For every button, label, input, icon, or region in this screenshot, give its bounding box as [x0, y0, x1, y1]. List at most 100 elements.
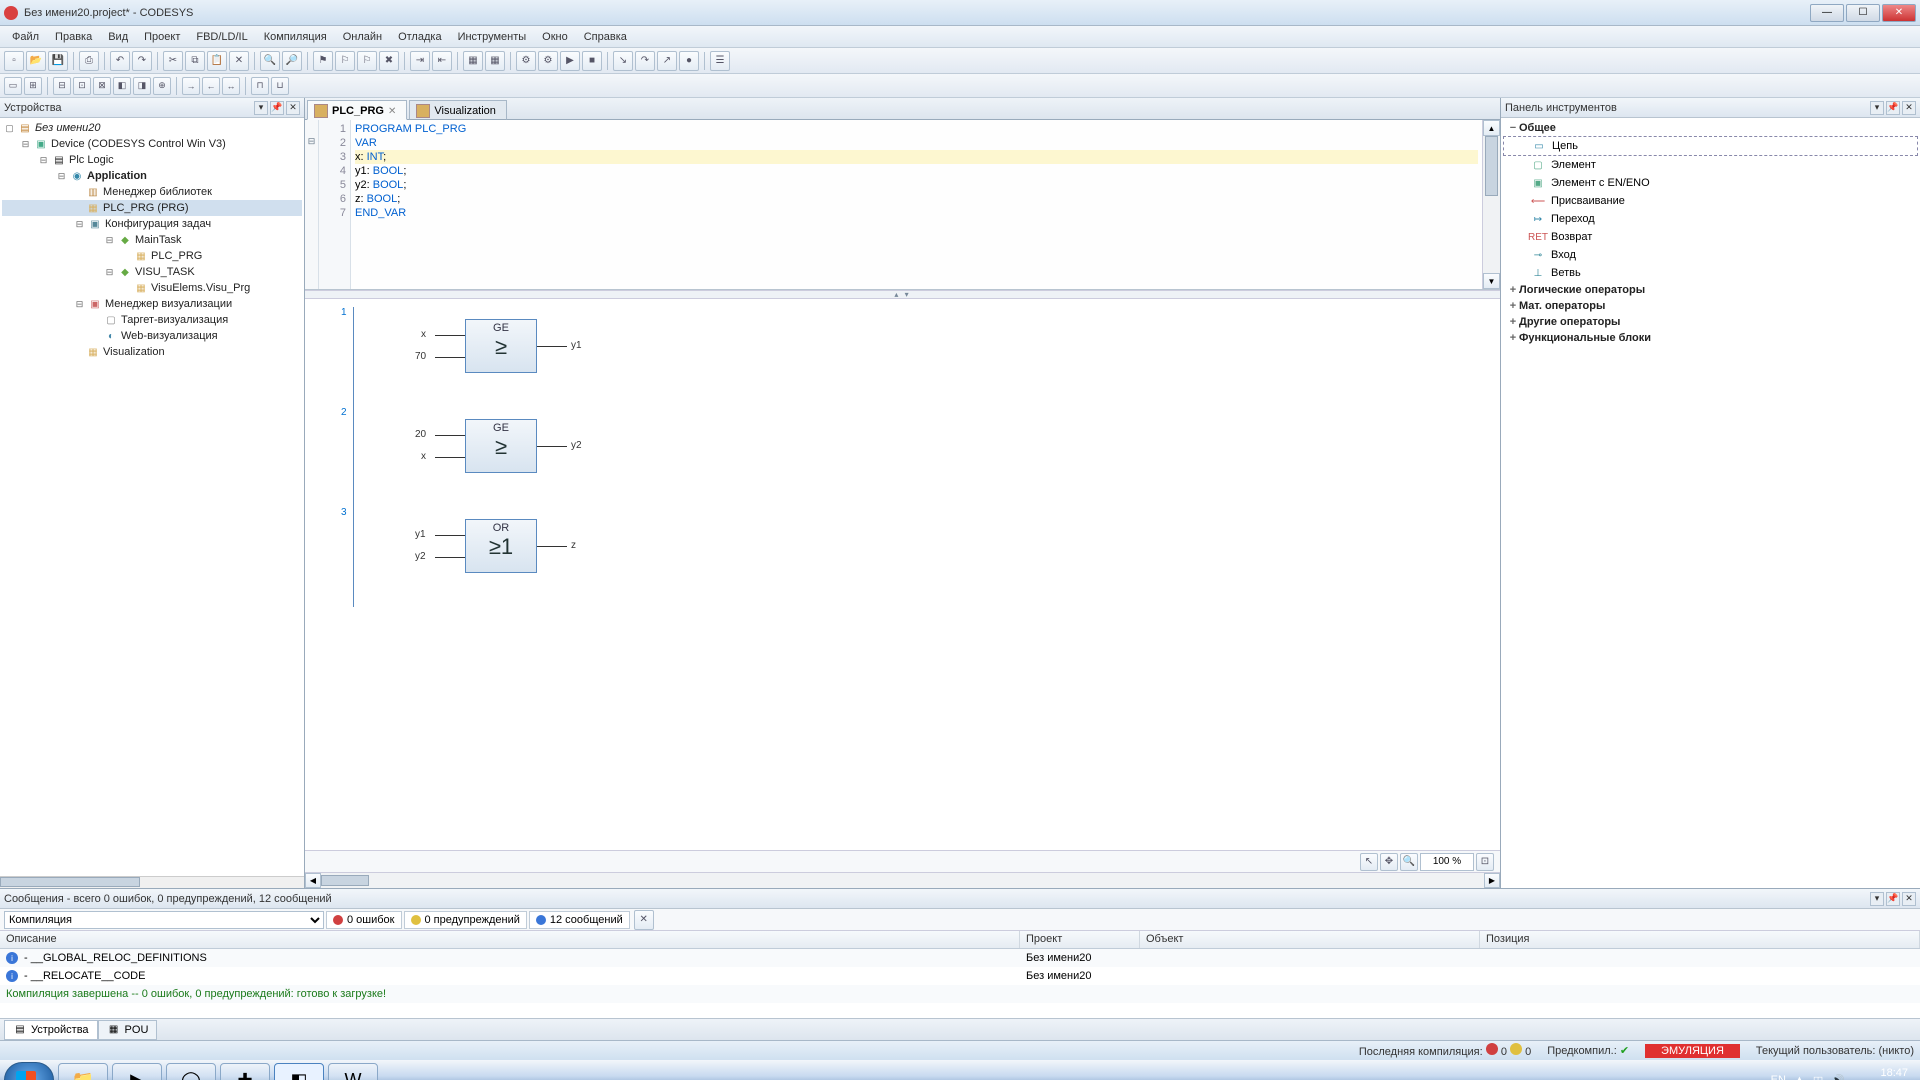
- zoom-level[interactable]: 100 %: [1420, 853, 1474, 871]
- fbd-block-ge1[interactable]: GE ≥: [465, 319, 537, 373]
- stop-button[interactable]: ■: [582, 51, 602, 71]
- toolbox-item-element-eneno[interactable]: ▣Элемент с EN/ENO: [1503, 174, 1918, 192]
- filter-info[interactable]: 12 сообщений: [529, 911, 630, 929]
- toolbox-item-network[interactable]: ▭Цепь: [1503, 136, 1918, 156]
- status-emulation[interactable]: ЭМУЛЯЦИЯ: [1645, 1044, 1740, 1058]
- panel-menu-button[interactable]: ▾: [1870, 101, 1884, 115]
- fbd-tool-4[interactable]: ⊡: [73, 77, 91, 95]
- col-object[interactable]: Объект: [1140, 931, 1480, 948]
- taskbar-word[interactable]: W: [328, 1063, 378, 1080]
- system-tray[interactable]: EN ▲ ◫ 🔊 18:47 23.10.2017: [1771, 1067, 1916, 1080]
- outdent-button[interactable]: ⇤: [432, 51, 452, 71]
- toolbox-group-logic[interactable]: +Логические операторы: [1503, 282, 1918, 298]
- declaration-editor[interactable]: ⊟ 1234567 PROGRAM PLC_PRG VAR x: INT; y1…: [305, 120, 1500, 290]
- toolbox-item-branch[interactable]: ⊥Ветвь: [1503, 264, 1918, 282]
- menu-fbd[interactable]: FBD/LD/IL: [188, 28, 255, 46]
- save-button[interactable]: 💾: [48, 51, 68, 71]
- menu-view[interactable]: Вид: [100, 28, 136, 46]
- bookmark-next-button[interactable]: ⚐: [335, 51, 355, 71]
- bookmark-button[interactable]: ⚑: [313, 51, 333, 71]
- delete-button[interactable]: ✕: [229, 51, 249, 71]
- panel-menu-button[interactable]: ▾: [1870, 892, 1884, 906]
- panel-pin-button[interactable]: 📌: [1886, 892, 1900, 906]
- bookmark-clear-button[interactable]: ✖: [379, 51, 399, 71]
- open-button[interactable]: 📂: [26, 51, 46, 71]
- fbd-tool-9[interactable]: →: [182, 77, 200, 95]
- pan-tool-button[interactable]: ✥: [1380, 853, 1398, 871]
- misc-button[interactable]: ☰: [710, 51, 730, 71]
- fbd-tool-3[interactable]: ⊟: [53, 77, 71, 95]
- breakpoint-button[interactable]: ●: [679, 51, 699, 71]
- toolbox-group-other[interactable]: +Другие операторы: [1503, 314, 1918, 330]
- close-button[interactable]: ✕: [1882, 4, 1916, 22]
- toolbox-item-jump[interactable]: ↦Переход: [1503, 210, 1918, 228]
- bookmark-prev-button[interactable]: ⚐: [357, 51, 377, 71]
- taskbar-app1[interactable]: ✚: [220, 1063, 270, 1080]
- messages-grid[interactable]: i- __GLOBAL_RELOC_DEFINITIONSБез имени20…: [0, 949, 1920, 1018]
- run-button[interactable]: ▶: [560, 51, 580, 71]
- tree-hscrollbar[interactable]: [0, 876, 304, 888]
- tray-network-icon[interactable]: ◫: [1813, 1074, 1823, 1080]
- toolbox-group-math[interactable]: +Мат. операторы: [1503, 298, 1918, 314]
- cut-button[interactable]: ✂: [163, 51, 183, 71]
- btab-pou[interactable]: ▦POU: [98, 1020, 158, 1040]
- fbd-tool-7[interactable]: ◨: [133, 77, 151, 95]
- col-project[interactable]: Проект: [1020, 931, 1140, 948]
- col-description[interactable]: Описание: [0, 931, 1020, 948]
- step-over-button[interactable]: ↷: [635, 51, 655, 71]
- toolbox-group-general[interactable]: −Общее: [1503, 120, 1918, 136]
- fbd-tool-10[interactable]: ←: [202, 77, 220, 95]
- code-vscrollbar[interactable]: ▲▼: [1482, 120, 1500, 289]
- menu-project[interactable]: Проект: [136, 28, 188, 46]
- login-button[interactable]: ⚙: [516, 51, 536, 71]
- panel-menu-button[interactable]: ▾: [254, 101, 268, 115]
- menu-file[interactable]: Файл: [4, 28, 47, 46]
- toolbox-group-fb[interactable]: +Функциональные блоки: [1503, 330, 1918, 346]
- code-text[interactable]: PROGRAM PLC_PRG VAR x: INT; y1: BOOL; y2…: [351, 120, 1482, 289]
- toolbox-item-input[interactable]: ⊸Вход: [1503, 246, 1918, 264]
- tray-volume-icon[interactable]: 🔊: [1831, 1074, 1845, 1080]
- fbd-block-or[interactable]: OR ≥1: [465, 519, 537, 573]
- fbd-tool-2[interactable]: ⊞: [24, 77, 42, 95]
- toolbox-item-return[interactable]: RETВозврат: [1503, 228, 1918, 246]
- find-button[interactable]: 🔍: [260, 51, 280, 71]
- tray-flag-icon[interactable]: ▲: [1794, 1074, 1805, 1080]
- tab-visualization[interactable]: Visualization: [409, 100, 507, 120]
- fbd-tool-8[interactable]: ⊕: [153, 77, 171, 95]
- fbd-tool-5[interactable]: ⊠: [93, 77, 111, 95]
- indent-button[interactable]: ⇥: [410, 51, 430, 71]
- taskbar-chrome[interactable]: ◯: [166, 1063, 216, 1080]
- find-next-button[interactable]: 🔎: [282, 51, 302, 71]
- taskbar-explorer[interactable]: 📁: [58, 1063, 108, 1080]
- menu-tools[interactable]: Инструменты: [450, 28, 535, 46]
- btab-devices[interactable]: ▤Устройства: [4, 1020, 98, 1040]
- fbd-hscrollbar[interactable]: ◀▶: [305, 872, 1500, 888]
- toolbox-item-assign[interactable]: ⟵Присваивание: [1503, 192, 1918, 210]
- fbd-tool-12[interactable]: ⊓: [251, 77, 269, 95]
- tree-expand-icon[interactable]: ▢: [4, 123, 15, 134]
- messages-clear-button[interactable]: ✕: [634, 910, 654, 930]
- fbd-tool-13[interactable]: ⊔: [271, 77, 289, 95]
- build-button[interactable]: ▦: [463, 51, 483, 71]
- fbd-tool-6[interactable]: ◧: [113, 77, 131, 95]
- menu-edit[interactable]: Правка: [47, 28, 100, 46]
- print-button[interactable]: ⎙: [79, 51, 99, 71]
- menu-compile[interactable]: Компиляция: [256, 28, 335, 46]
- col-position[interactable]: Позиция: [1480, 931, 1920, 948]
- zoom-fit-button[interactable]: ⊡: [1476, 853, 1494, 871]
- panel-pin-button[interactable]: 📌: [1886, 101, 1900, 115]
- step-into-button[interactable]: ↘: [613, 51, 633, 71]
- pointer-tool-button[interactable]: ↖: [1360, 853, 1378, 871]
- menu-help[interactable]: Справка: [576, 28, 635, 46]
- toolbox-item-element[interactable]: ▢Элемент: [1503, 156, 1918, 174]
- redo-button[interactable]: ↷: [132, 51, 152, 71]
- copy-button[interactable]: ⧉: [185, 51, 205, 71]
- zoom-tool-button[interactable]: 🔍: [1400, 853, 1418, 871]
- panel-close-button[interactable]: ✕: [1902, 101, 1916, 115]
- splitter-bar[interactable]: ▴ ▾: [305, 290, 1500, 299]
- rebuild-button[interactable]: ▦: [485, 51, 505, 71]
- messages-category-select[interactable]: Компиляция: [4, 911, 324, 929]
- paste-button[interactable]: 📋: [207, 51, 227, 71]
- step-out-button[interactable]: ↗: [657, 51, 677, 71]
- start-button[interactable]: [4, 1062, 54, 1080]
